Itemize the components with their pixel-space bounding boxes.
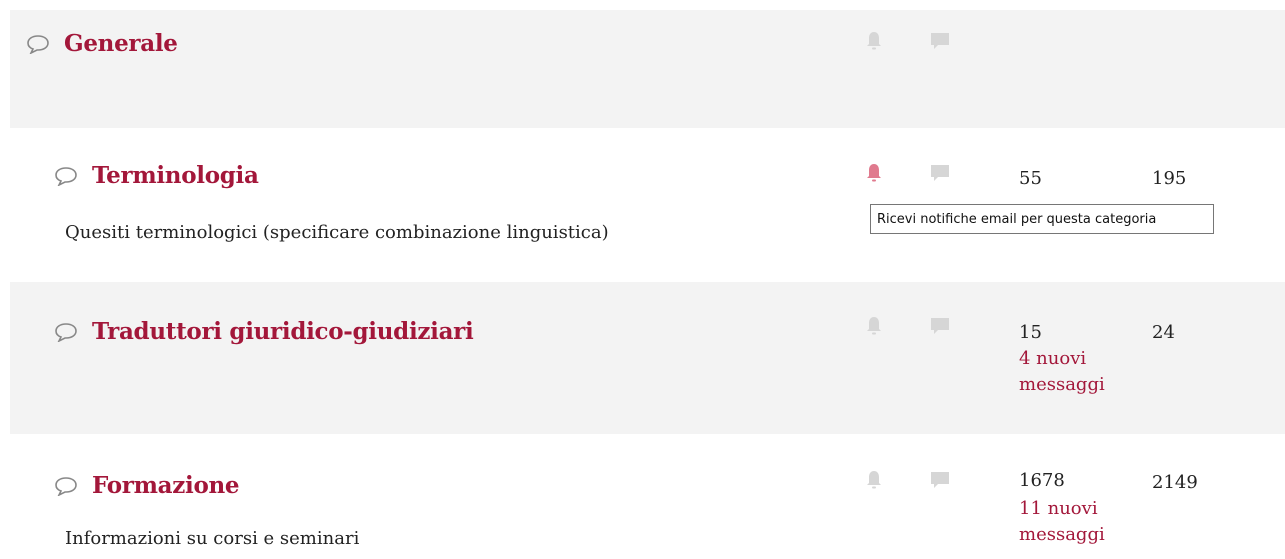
bell-icon[interactable] <box>862 314 886 338</box>
speech-bubble-icon <box>27 34 49 54</box>
chat-icon[interactable] <box>928 161 952 185</box>
chat-icon[interactable] <box>928 468 952 492</box>
posts-count: 2149 <box>1152 472 1198 493</box>
topics-count: 55 <box>1019 168 1042 189</box>
speech-bubble-icon <box>55 322 77 342</box>
new-posts-link[interactable]: 4 nuovi messaggi <box>1019 346 1139 398</box>
category-title-wrap: Generale <box>26 30 178 57</box>
bell-icon[interactable] <box>862 161 886 185</box>
posts-count: 195 <box>1152 168 1187 189</box>
chat-icon[interactable] <box>928 314 952 338</box>
speech-bubble-icon <box>55 166 77 186</box>
category-title[interactable]: Traduttori giuridico-giudiziari <box>92 318 474 345</box>
topics-count: 1678 <box>1019 470 1065 491</box>
category-description: Informazioni su corsi e seminari <box>65 528 360 549</box>
bell-icon[interactable] <box>862 29 886 53</box>
category-title[interactable]: Formazione <box>92 472 240 499</box>
chat-icon[interactable] <box>928 29 952 53</box>
category-title[interactable]: Terminologia <box>92 162 259 189</box>
category-title[interactable]: Generale <box>64 30 178 57</box>
category-title-wrap: Traduttori giuridico-giudiziari <box>54 318 474 345</box>
category-row-formazione: Formazione Informazioni su corsi e semin… <box>10 434 1285 559</box>
category-description: Quesiti terminologici (specificare combi… <box>65 222 609 243</box>
bell-icon[interactable] <box>862 468 886 492</box>
tooltip: Ricevi notifiche email per questa catego… <box>870 204 1214 234</box>
category-title-wrap: Formazione <box>54 472 240 499</box>
category-row-generale: Generale <box>10 10 1285 128</box>
topics-count: 15 <box>1019 322 1042 343</box>
category-row-traduttori: Traduttori giuridico-giudiziari 15 24 4 … <box>10 282 1285 434</box>
category-title-wrap: Terminologia <box>54 162 259 189</box>
new-posts-link[interactable]: 11 nuovi messaggi <box>1019 496 1139 548</box>
speech-bubble-icon <box>55 476 77 496</box>
posts-count: 24 <box>1152 322 1175 343</box>
